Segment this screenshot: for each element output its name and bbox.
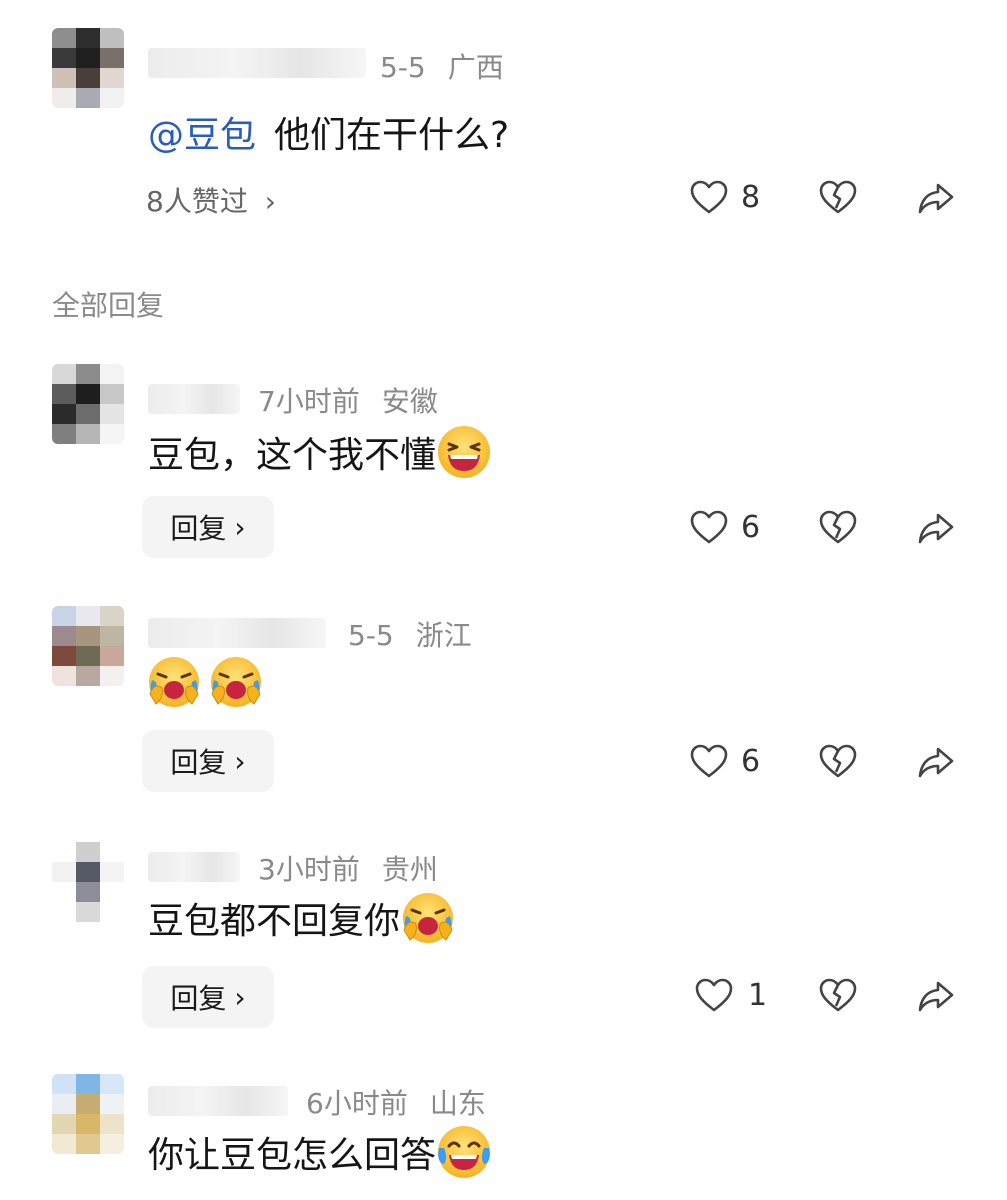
reply-time: 6小时前 (306, 1087, 408, 1120)
tears-of-joy-icon (436, 1124, 492, 1180)
like-count: 6 (741, 510, 761, 545)
chevron-right-icon: › (234, 980, 246, 1014)
reply-time: 3小时前 (258, 853, 360, 886)
liked-by-link[interactable]: 8人赞过 › (146, 180, 276, 220)
avatar[interactable] (52, 28, 124, 108)
reply-time: 5-5 (348, 619, 394, 652)
heart-icon[interactable] (689, 178, 729, 218)
comment-text: @豆包 他们在干什么? (148, 106, 509, 158)
reply-meta: 6小时前 山东 (306, 1082, 486, 1122)
share-icon[interactable] (916, 178, 956, 218)
mention-link[interactable]: @豆包 (148, 106, 256, 158)
comment-body: 他们在干什么? (274, 115, 510, 156)
share-icon[interactable] (916, 976, 956, 1016)
laughing-face-icon (436, 424, 492, 480)
reply-location: 浙江 (415, 619, 472, 652)
crying-face-icon (146, 654, 202, 710)
reply-location: 安徽 (381, 385, 438, 418)
username-blurred[interactable] (148, 384, 240, 414)
reply-meta: 3小时前 贵州 (258, 848, 438, 888)
reply-body: 豆包都不回复你 (148, 901, 401, 942)
reply-location: 山东 (429, 1087, 486, 1120)
reply-text: 豆包都不回复你 (148, 890, 456, 946)
username-blurred[interactable] (148, 48, 366, 78)
avatar[interactable] (52, 606, 124, 686)
broken-heart-icon[interactable] (818, 976, 858, 1016)
broken-heart-icon[interactable] (818, 742, 858, 782)
reply-button-label: 回复 (170, 982, 227, 1015)
heart-icon[interactable] (694, 976, 734, 1016)
crying-face-icon (208, 654, 264, 710)
reply-text (146, 654, 264, 710)
reply-meta: 5-5 浙江 (348, 614, 472, 654)
section-title: 全部回复 (52, 289, 165, 322)
username-blurred[interactable] (148, 852, 240, 882)
username-blurred[interactable] (148, 618, 326, 648)
share-icon[interactable] (916, 742, 956, 782)
liked-by-label: 8人赞过 (146, 185, 248, 218)
like-count: 8 (741, 180, 761, 215)
reply-button[interactable]: 回复 › (142, 966, 274, 1028)
reply-body: 豆包，这个我不懂 (148, 435, 437, 476)
share-icon[interactable] (916, 508, 956, 548)
avatar[interactable] (52, 1074, 124, 1154)
heart-icon[interactable] (689, 742, 729, 782)
broken-heart-icon[interactable] (818, 178, 858, 218)
reply-text: 你让豆包怎么回答 (148, 1124, 492, 1180)
broken-heart-icon[interactable] (818, 508, 858, 548)
reply-body: 你让豆包怎么回答 (148, 1135, 437, 1176)
username-blurred[interactable] (148, 1086, 288, 1116)
reply-button-label: 回复 (170, 746, 227, 779)
reply-button-label: 回复 (170, 512, 227, 545)
avatar[interactable] (52, 364, 124, 444)
comment-location: 广西 (447, 51, 504, 84)
chevron-right-icon: › (234, 510, 246, 544)
reply-location: 贵州 (381, 853, 438, 886)
chevron-right-icon: › (234, 744, 246, 778)
reply-button[interactable]: 回复 › (142, 496, 274, 558)
reply-time: 7小时前 (258, 385, 360, 418)
reply-meta: 7小时前 安徽 (258, 380, 438, 420)
avatar[interactable] (52, 842, 124, 922)
like-count: 6 (741, 744, 761, 779)
reply-text: 豆包，这个我不懂 (148, 424, 492, 480)
reply-button[interactable]: 回复 › (142, 730, 274, 792)
like-count: 1 (748, 978, 768, 1013)
heart-icon[interactable] (689, 508, 729, 548)
crying-face-icon (400, 890, 456, 946)
comment-time: 5-5 (380, 51, 426, 84)
comment-meta: 5-5 广西 (380, 46, 504, 86)
chevron-right-icon: › (264, 185, 276, 218)
